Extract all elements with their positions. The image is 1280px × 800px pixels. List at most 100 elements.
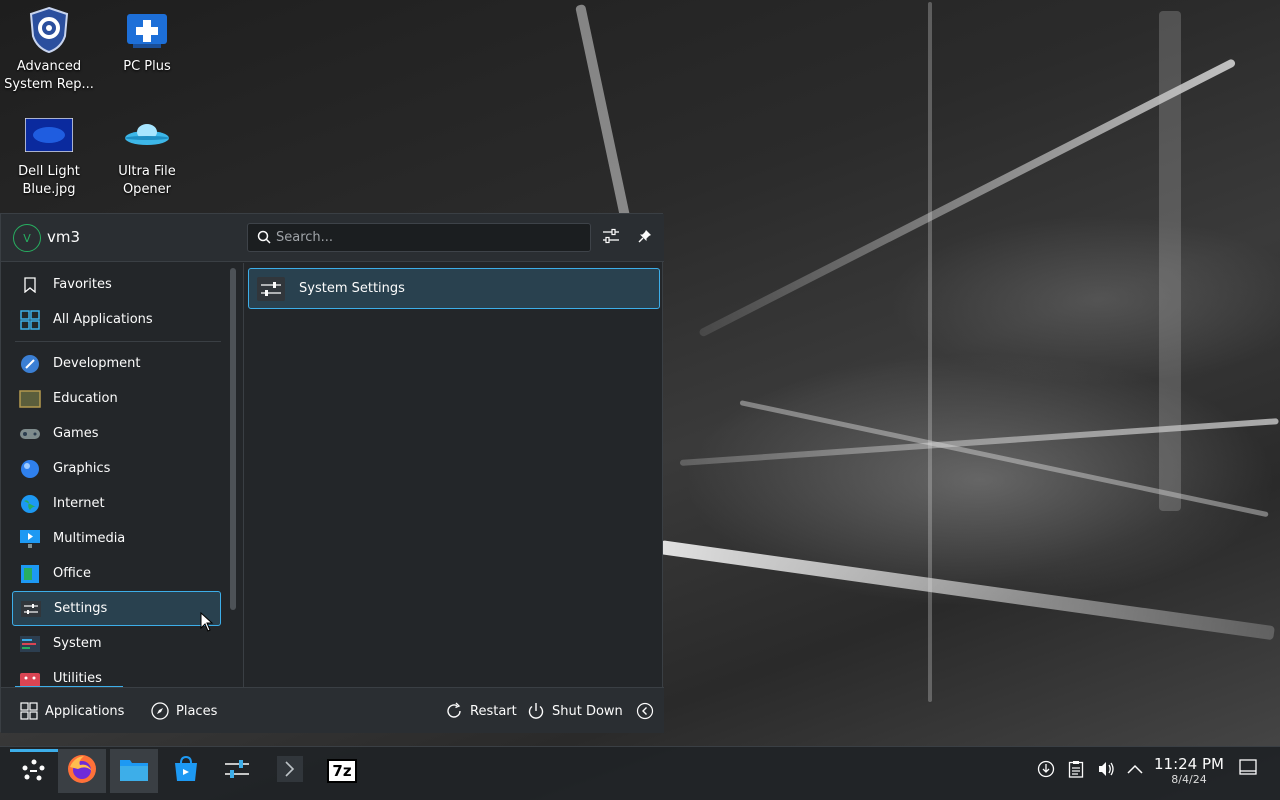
ufo-icon	[123, 111, 171, 159]
applications-tab[interactable]: Applications	[19, 688, 124, 734]
category-office[interactable]: Office	[12, 556, 221, 591]
category-label: Internet	[53, 496, 105, 511]
firefox-icon	[66, 753, 98, 789]
folder-icon	[119, 756, 149, 786]
category-label: Office	[53, 566, 91, 581]
category-separator	[15, 341, 221, 342]
app-item-system-settings[interactable]: System Settings	[248, 268, 660, 309]
search-field[interactable]	[247, 223, 591, 252]
graphics-icon	[19, 458, 41, 480]
multimedia-icon	[19, 528, 41, 550]
utilities-icon	[19, 668, 41, 688]
category-graphics[interactable]: Graphics	[12, 451, 221, 486]
desktop-icon-ultra-file-opener[interactable]: Ultra File Opener	[99, 111, 195, 199]
taskbar-firefox[interactable]	[58, 749, 106, 793]
power-icon	[526, 701, 546, 721]
category-system[interactable]: System	[12, 626, 221, 661]
category-list: Favorites All Applications Development E…	[1, 263, 225, 687]
category-label: System	[53, 636, 102, 651]
category-label: Education	[53, 391, 118, 406]
taskbar-terminal[interactable]	[266, 749, 314, 793]
education-icon	[19, 388, 41, 410]
desktop-icon-label: Dell Light Blue.jpg	[18, 164, 80, 197]
show-desktop-button[interactable]	[1236, 757, 1260, 781]
user-name: vm3	[47, 228, 81, 246]
restart-button[interactable]: Restart	[444, 688, 517, 734]
taskbar-7zip[interactable]: 7z	[318, 749, 366, 793]
tray-volume-icon[interactable]	[1094, 757, 1118, 781]
application-launcher-button[interactable]	[10, 749, 58, 793]
more-session-options-button[interactable]	[635, 688, 661, 734]
shutdown-button[interactable]: Shut Down	[526, 688, 623, 734]
category-label: Utilities	[53, 671, 102, 686]
category-utilities[interactable]: Utilities	[12, 661, 221, 687]
tray-clipboard-icon[interactable]	[1064, 757, 1088, 781]
clock-date[interactable]: 8/4/24	[1151, 773, 1227, 786]
category-multimedia[interactable]: Multimedia	[12, 521, 221, 556]
settings-sliders-icon	[20, 598, 42, 620]
compass-icon	[150, 701, 170, 721]
image-file-icon	[25, 111, 73, 159]
launcher-footer: Applications Places Restart Shut Down	[1, 687, 664, 733]
app-item-label: System Settings	[299, 281, 405, 296]
tray-network-icon[interactable]	[1034, 757, 1058, 781]
category-label: Multimedia	[53, 531, 126, 546]
category-games[interactable]: Games	[12, 416, 221, 451]
category-label: Development	[53, 356, 141, 371]
bookmark-icon	[19, 274, 41, 296]
show-desktop-icon	[1239, 759, 1257, 779]
pin-button[interactable]	[633, 226, 657, 250]
search-input[interactable]	[276, 224, 576, 251]
avatar-initial: V	[23, 231, 31, 245]
desktop: { "desktop": { "icons": [ {"label": "Adv…	[0, 0, 1280, 800]
globe-icon	[19, 493, 41, 515]
places-tab[interactable]: Places	[150, 688, 217, 734]
system-settings-icon	[223, 757, 251, 785]
category-label: Settings	[54, 601, 108, 616]
taskbar-discover[interactable]	[162, 749, 210, 793]
medical-plus-icon	[123, 6, 171, 54]
clock-time[interactable]: 11:24 PM	[1151, 755, 1227, 773]
category-settings[interactable]: Settings	[12, 591, 221, 626]
sliders-icon	[602, 228, 620, 248]
desktop-icon-label: Ultra File Opener	[118, 164, 176, 197]
grid-icon	[19, 701, 39, 721]
taskbar-system-settings[interactable]	[213, 749, 261, 793]
grid-icon	[19, 309, 41, 331]
desktop-icon-dell-light-blue[interactable]: Dell Light Blue.jpg	[1, 111, 97, 199]
terminal-icon	[276, 755, 304, 787]
applications-tab-label: Applications	[45, 703, 125, 719]
discover-store-icon	[172, 755, 200, 787]
desktop-icon-pc-plus[interactable]: PC Plus	[99, 6, 195, 76]
office-icon	[19, 563, 41, 585]
category-education[interactable]: Education	[12, 381, 221, 416]
category-internet[interactable]: Internet	[12, 486, 221, 521]
shield-gear-icon	[25, 6, 73, 54]
desktop-icon-advanced-system-repair[interactable]: Advanced System Rep...	[1, 6, 97, 94]
shutdown-label: Shut Down	[552, 703, 623, 719]
category-development[interactable]: Development	[12, 346, 221, 381]
restart-label: Restart	[470, 703, 517, 719]
category-all-applications[interactable]: All Applications	[12, 302, 221, 337]
category-label: Games	[53, 426, 99, 441]
category-label: Favorites	[53, 277, 112, 292]
taskbar-file-manager[interactable]	[110, 749, 158, 793]
restart-icon	[444, 701, 464, 721]
launcher-header: V vm3	[1, 214, 664, 262]
taskbar: 7z 11:24 PM 8/4/24	[0, 746, 1280, 800]
category-scrollbar[interactable]	[230, 268, 236, 610]
tray-expand-chevron-up-icon[interactable]	[1123, 757, 1147, 781]
user-avatar[interactable]: V	[13, 224, 41, 252]
application-list: System Settings	[244, 263, 664, 687]
development-icon	[19, 353, 41, 375]
category-favorites[interactable]: Favorites	[12, 267, 221, 302]
system-icon	[19, 633, 41, 655]
7zip-icon: 7z	[327, 759, 357, 783]
desktop-icon-label: Advanced System Rep...	[4, 59, 94, 92]
configure-button[interactable]	[599, 226, 623, 250]
pin-icon	[638, 229, 652, 247]
places-tab-label: Places	[176, 703, 218, 719]
system-settings-icon	[257, 275, 285, 303]
search-icon	[257, 230, 271, 248]
category-label: Graphics	[53, 461, 111, 476]
